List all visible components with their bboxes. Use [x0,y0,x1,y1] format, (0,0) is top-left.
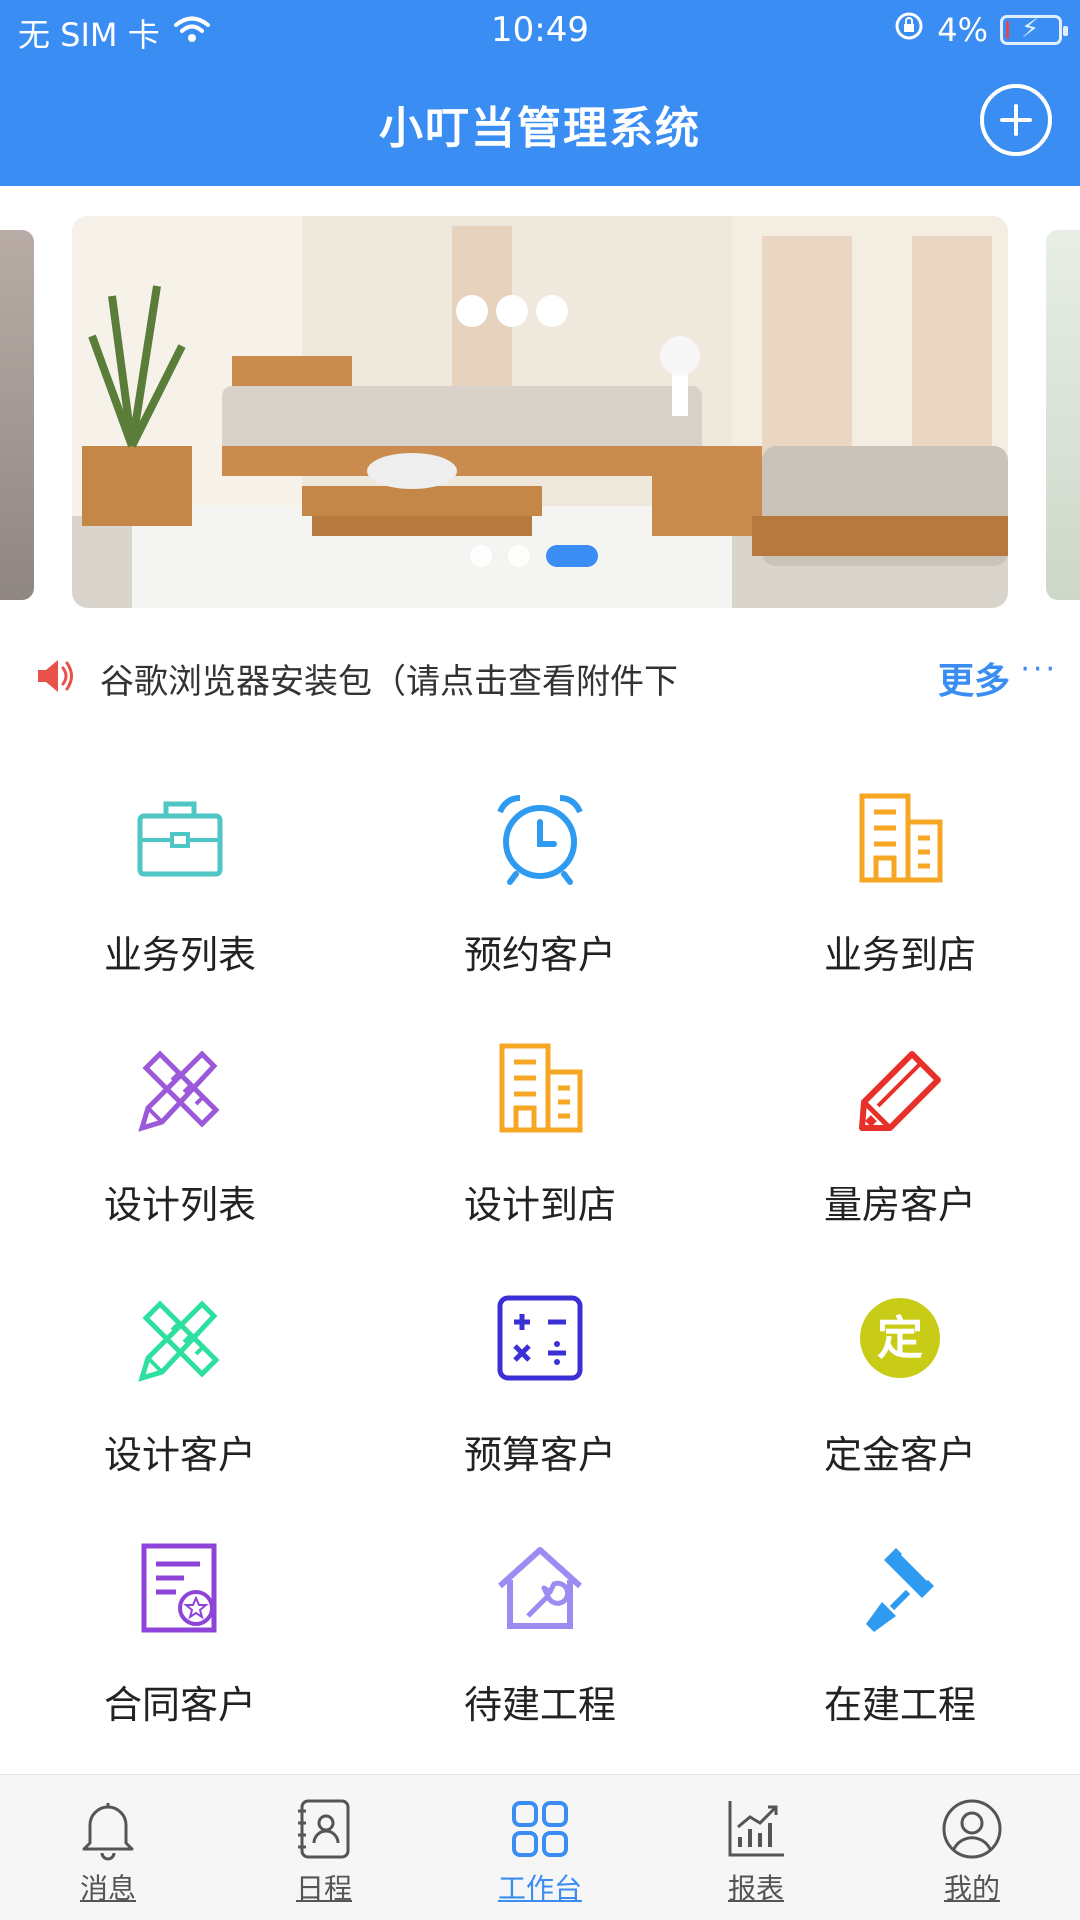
alarm-clock-icon [492,790,588,886]
orientation-lock-icon [893,10,925,50]
tile-label: 预约客户 [463,933,616,977]
tile-design-visit[interactable]: 设计到店 [360,1040,720,1290]
app-header: 无 SIM 卡 10:49 4% ⚡ 小叮当管理系统 [0,0,1080,186]
paint-roller-icon [852,1540,948,1636]
tag-pencil-icon [852,1040,948,1136]
page-title: 小叮当管理系统 [379,103,701,154]
grid-row: 业务列表 预约客户 业务到店 [0,790,1080,1040]
tile-label: 设计客户 [103,1433,256,1477]
tile-label: 待建工程 [463,1683,616,1727]
buildings-icon [852,790,948,886]
tile-label: 设计到店 [463,1183,616,1227]
tile-design-list[interactable]: 设计列表 [0,1040,360,1290]
carousel-indicator [470,545,598,567]
charging-bolt-icon: ⚡ [1021,14,1040,44]
battery-icon: ⚡ [1000,14,1068,45]
grid-row: 设计列表 设计到店 量房客户 [0,1040,1080,1290]
banner-next-slide[interactable] [1046,230,1080,600]
tile-budget-customers[interactable]: 预算客户 [360,1290,720,1540]
tile-deposit-customers[interactable]: 定 定金客户 [720,1290,1080,1540]
tab-me[interactable]: 我的 [864,1775,1080,1920]
grid-row: 合同客户 待建工程 在建工程 [0,1540,1080,1790]
banner-carousel[interactable] [0,210,1080,610]
tab-schedule[interactable]: 日程 [216,1775,432,1920]
tab-messages[interactable]: 消息 [0,1775,216,1920]
calculator-icon [492,1290,588,1386]
tab-label: 日程 [295,1872,352,1905]
function-grid: 业务列表 预约客户 业务到店 设计列表 设计到店 量房客户 设计客户 预算客户 … [0,790,1080,1790]
banner-prev-slide[interactable] [0,230,34,600]
more-link[interactable]: 更多 [938,652,1010,704]
buildings-icon [492,1040,588,1136]
user-icon [940,1797,1004,1861]
more-dots[interactable]: ··· [1020,652,1058,687]
add-button[interactable] [980,84,1052,156]
tile-label: 业务列表 [103,933,256,977]
deposit-badge-icon: 定 [852,1290,948,1386]
tile-measure-customers[interactable]: 量房客户 [720,1040,1080,1290]
tile-label: 设计列表 [103,1183,256,1227]
status-bar: 无 SIM 卡 10:49 4% ⚡ [0,0,1080,60]
tile-appointment-customers[interactable]: 预约客户 [360,790,720,1040]
tab-label: 工作台 [497,1872,582,1905]
contacts-book-icon [292,1797,356,1861]
tab-label: 报表 [727,1872,784,1905]
battery-level [1006,21,1009,39]
tile-contract-customers[interactable]: 合同客户 [0,1540,360,1790]
notice-text[interactable]: 谷歌浏览器安装包（请点击查看附件下 [100,654,720,703]
grid-icon [508,1797,572,1861]
house-wrench-icon [492,1540,588,1636]
notice-bar[interactable]: 谷歌浏览器安装包（请点击查看附件下 更多 ··· [0,640,1080,710]
carousel-dot[interactable] [508,545,530,567]
plus-circle-icon [1000,104,1032,136]
grid-row: 设计客户 预算客户 定 定金客户 [0,1290,1080,1540]
carousel-dot[interactable] [470,545,492,567]
tile-design-customers[interactable]: 设计客户 [0,1290,360,1540]
bottom-tab-bar: 消息 日程 工作台 报表 我的 [0,1774,1080,1920]
battery-percent: 4% [937,11,988,49]
chart-icon [724,1797,788,1861]
carousel-dot-active[interactable] [546,545,598,567]
tile-business-visit[interactable]: 业务到店 [720,790,1080,1040]
tab-reports[interactable]: 报表 [648,1775,864,1920]
bell-icon [76,1797,140,1861]
pencil-ruler-icon [132,1040,228,1136]
status-right: 4% ⚡ [893,10,1068,50]
deposit-badge-text: 定 [877,1311,923,1365]
tile-label: 合同客户 [103,1683,256,1727]
tile-label: 定金客户 [823,1433,976,1477]
speaker-icon [38,660,73,692]
briefcase-icon [132,790,228,886]
tile-label: 在建工程 [823,1683,976,1727]
tile-label: 业务到店 [823,933,976,977]
tile-business-list[interactable]: 业务列表 [0,790,360,1040]
tab-label: 我的 [943,1872,1000,1905]
contract-icon [132,1540,228,1636]
pencil-ruler-icon [132,1290,228,1386]
tab-workbench[interactable]: 工作台 [432,1775,648,1920]
tile-label: 预算客户 [463,1433,616,1477]
tile-ongoing-projects[interactable]: 在建工程 [720,1540,1080,1790]
tab-label: 消息 [79,1872,136,1905]
tile-pending-projects[interactable]: 待建工程 [360,1540,720,1790]
tile-label: 量房客户 [823,1183,976,1227]
